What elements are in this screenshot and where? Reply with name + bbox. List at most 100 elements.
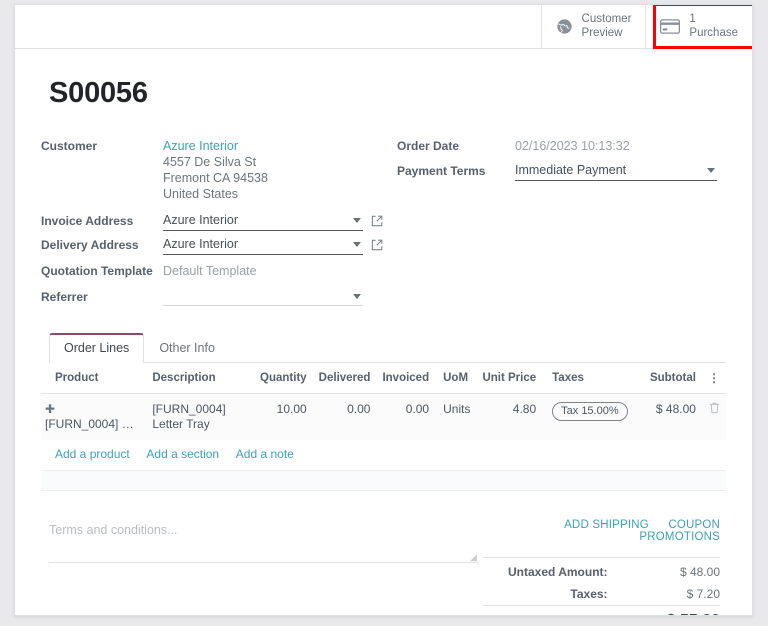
customer-preview-label: Customer Preview bbox=[582, 13, 632, 40]
col-product: Product bbox=[41, 363, 146, 394]
customer-preview-button[interactable]: Customer Preview bbox=[541, 5, 646, 48]
trash-icon[interactable] bbox=[709, 403, 720, 417]
chevron-down-icon bbox=[707, 168, 715, 173]
filler-cell bbox=[41, 471, 726, 491]
add-a-section-link[interactable]: Add a section bbox=[146, 447, 219, 461]
invoice-address-select[interactable]: Azure Interior bbox=[163, 211, 363, 231]
cell-unit-price[interactable]: 4.80 bbox=[476, 394, 542, 441]
order-date-label: Order Date bbox=[397, 136, 515, 154]
header-row: Product Description Quantity Delivered I… bbox=[41, 363, 726, 394]
cell-delete[interactable] bbox=[702, 394, 726, 441]
terms-and-conditions-input[interactable]: Terms and conditions... ◢ bbox=[49, 519, 479, 563]
customer-label: Customer bbox=[41, 136, 163, 154]
cell-quantity[interactable]: 10.00 bbox=[251, 394, 313, 441]
terms-placeholder: Terms and conditions... bbox=[49, 523, 178, 537]
add-a-product-link[interactable]: Add a product bbox=[55, 447, 130, 461]
delivery-address-value: Azure Interior bbox=[163, 237, 238, 251]
cell-uom[interactable]: Units bbox=[435, 394, 476, 441]
col-delivered: Delivered bbox=[313, 363, 377, 394]
field-payment-terms: Payment Terms Immediate Payment bbox=[397, 161, 726, 182]
add-links-cell: Add a product Add a section Add a note bbox=[41, 440, 726, 471]
order-lines-table: Product Description Quantity Delivered I… bbox=[41, 363, 726, 491]
field-referrer: Referrer bbox=[41, 287, 397, 308]
totals-table: Untaxed Amount: $ 48.00 Taxes: $ 7.20 To… bbox=[483, 557, 720, 616]
product-value: [FURN_0004] Lette... bbox=[45, 417, 137, 432]
cell-taxes[interactable]: Tax 15.00% bbox=[542, 394, 634, 441]
delivery-address-open-icon[interactable] bbox=[371, 239, 383, 251]
col-options[interactable]: ⋮ bbox=[702, 363, 726, 394]
tab-other-info[interactable]: Other Info bbox=[144, 333, 230, 363]
order-lines-header: Product Description Quantity Delivered I… bbox=[41, 363, 726, 394]
stat-line-2: Preview bbox=[582, 27, 632, 41]
right-field-column: Order Date 02/16/2023 10:13:32 Payment T… bbox=[397, 136, 726, 311]
untaxed-amount-label: Untaxed Amount: bbox=[483, 558, 620, 584]
customer-name-link[interactable]: Azure Interior bbox=[163, 136, 268, 154]
totals-column: ADD SHIPPING COUPON PROMOTIONS Untaxed A… bbox=[483, 519, 726, 616]
form-columns: Customer Azure Interior 4557 De Silva St… bbox=[41, 136, 726, 311]
tab-order-lines[interactable]: Order Lines bbox=[49, 333, 144, 363]
order-lines-body: ✚ [FURN_0004] Lette... [FURN_0004] Lette… bbox=[41, 394, 726, 491]
customer-value-group: Azure Interior 4557 De Silva St Fremont … bbox=[163, 136, 268, 202]
delivery-address-select[interactable]: Azure Interior bbox=[163, 235, 363, 255]
delivery-address-control: Azure Interior bbox=[163, 235, 383, 255]
table-row[interactable]: ✚ [FURN_0004] Lette... [FURN_0004] Lette… bbox=[41, 394, 726, 441]
credit-card-icon bbox=[660, 19, 680, 34]
invoice-address-value: Azure Interior bbox=[163, 213, 238, 227]
address-line-2: Fremont CA 94538 bbox=[163, 170, 268, 186]
cell-invoiced[interactable]: 0.00 bbox=[376, 394, 435, 441]
address-line-3: United States bbox=[163, 186, 268, 202]
cell-delivered[interactable]: 0.00 bbox=[313, 394, 377, 441]
total-row: Total: $ 55.20 bbox=[483, 606, 720, 617]
drag-handle-icon[interactable]: ✚ bbox=[45, 402, 57, 417]
col-uom: UoM bbox=[435, 363, 476, 394]
coupon-link[interactable]: COUPON bbox=[668, 519, 720, 531]
col-description: Description bbox=[146, 363, 251, 394]
record-form-page: Customer Preview 1 Purchase S00056 bbox=[14, 4, 753, 616]
untaxed-amount-row: Untaxed Amount: $ 48.00 bbox=[483, 558, 720, 584]
referrer-select[interactable] bbox=[163, 287, 363, 306]
page-title: S00056 bbox=[49, 77, 726, 110]
add-links-row: Add a product Add a section Add a note bbox=[41, 440, 726, 471]
delivery-address-label: Delivery Address bbox=[41, 235, 163, 253]
stat-line-1: 1 bbox=[689, 13, 738, 27]
promotions-link[interactable]: PROMOTIONS bbox=[639, 531, 720, 543]
form-body: S00056 Customer Azure Interior 4557 De S… bbox=[15, 49, 752, 616]
vertical-dots-icon[interactable]: ⋮ bbox=[708, 371, 720, 385]
cell-subtotal: $ 48.00 bbox=[634, 394, 702, 441]
referrer-label: Referrer bbox=[41, 287, 163, 305]
quotation-template-label: Quotation Template bbox=[41, 261, 163, 279]
field-delivery-address: Delivery Address Azure Interior bbox=[41, 235, 397, 256]
total-value: $ 55.20 bbox=[620, 606, 720, 617]
cell-product[interactable]: ✚ [FURN_0004] Lette... bbox=[41, 394, 146, 441]
col-quantity: Quantity bbox=[251, 363, 313, 394]
tax-badge: Tax 15.00% bbox=[552, 402, 627, 421]
quotation-template-value: Default Template bbox=[163, 261, 257, 279]
order-date-value: 02/16/2023 10:13:32 bbox=[515, 136, 630, 154]
chevron-down-icon bbox=[353, 218, 361, 223]
notebook-tabs: Order Lines Other Info bbox=[49, 333, 726, 363]
chevron-down-icon bbox=[353, 242, 361, 247]
payment-terms-select[interactable]: Immediate Payment bbox=[515, 161, 717, 181]
field-invoice-address: Invoice Address Azure Interior bbox=[41, 211, 397, 232]
address-line-1: 4557 De Silva St bbox=[163, 154, 268, 170]
add-shipping-link[interactable]: ADD SHIPPING bbox=[564, 519, 649, 531]
untaxed-amount-value: $ 48.00 bbox=[620, 558, 720, 584]
invoice-address-open-icon[interactable] bbox=[371, 215, 383, 227]
field-quotation-template: Quotation Template Default Template bbox=[41, 261, 397, 282]
payment-terms-label: Payment Terms bbox=[397, 161, 515, 179]
field-order-date: Order Date 02/16/2023 10:13:32 bbox=[397, 136, 726, 157]
stat-line-2: Purchase bbox=[689, 27, 738, 41]
purchase-count-label: 1 Purchase bbox=[689, 13, 738, 40]
terms-column: Terms and conditions... ◢ bbox=[41, 519, 483, 616]
col-taxes: Taxes bbox=[542, 363, 634, 394]
purchase-count-button[interactable]: 1 Purchase bbox=[645, 5, 752, 48]
invoice-address-label: Invoice Address bbox=[41, 211, 163, 229]
add-a-note-link[interactable]: Add a note bbox=[236, 447, 294, 461]
resize-handle-icon[interactable]: ◢ bbox=[470, 553, 478, 561]
invoice-address-control: Azure Interior bbox=[163, 211, 383, 231]
taxes-row: Taxes: $ 7.20 bbox=[483, 583, 720, 606]
col-unit-price: Unit Price bbox=[476, 363, 542, 394]
cell-description[interactable]: [FURN_0004] Letter Tray bbox=[146, 394, 251, 441]
col-subtotal: Subtotal bbox=[634, 363, 702, 394]
payment-terms-control: Immediate Payment bbox=[515, 161, 717, 181]
